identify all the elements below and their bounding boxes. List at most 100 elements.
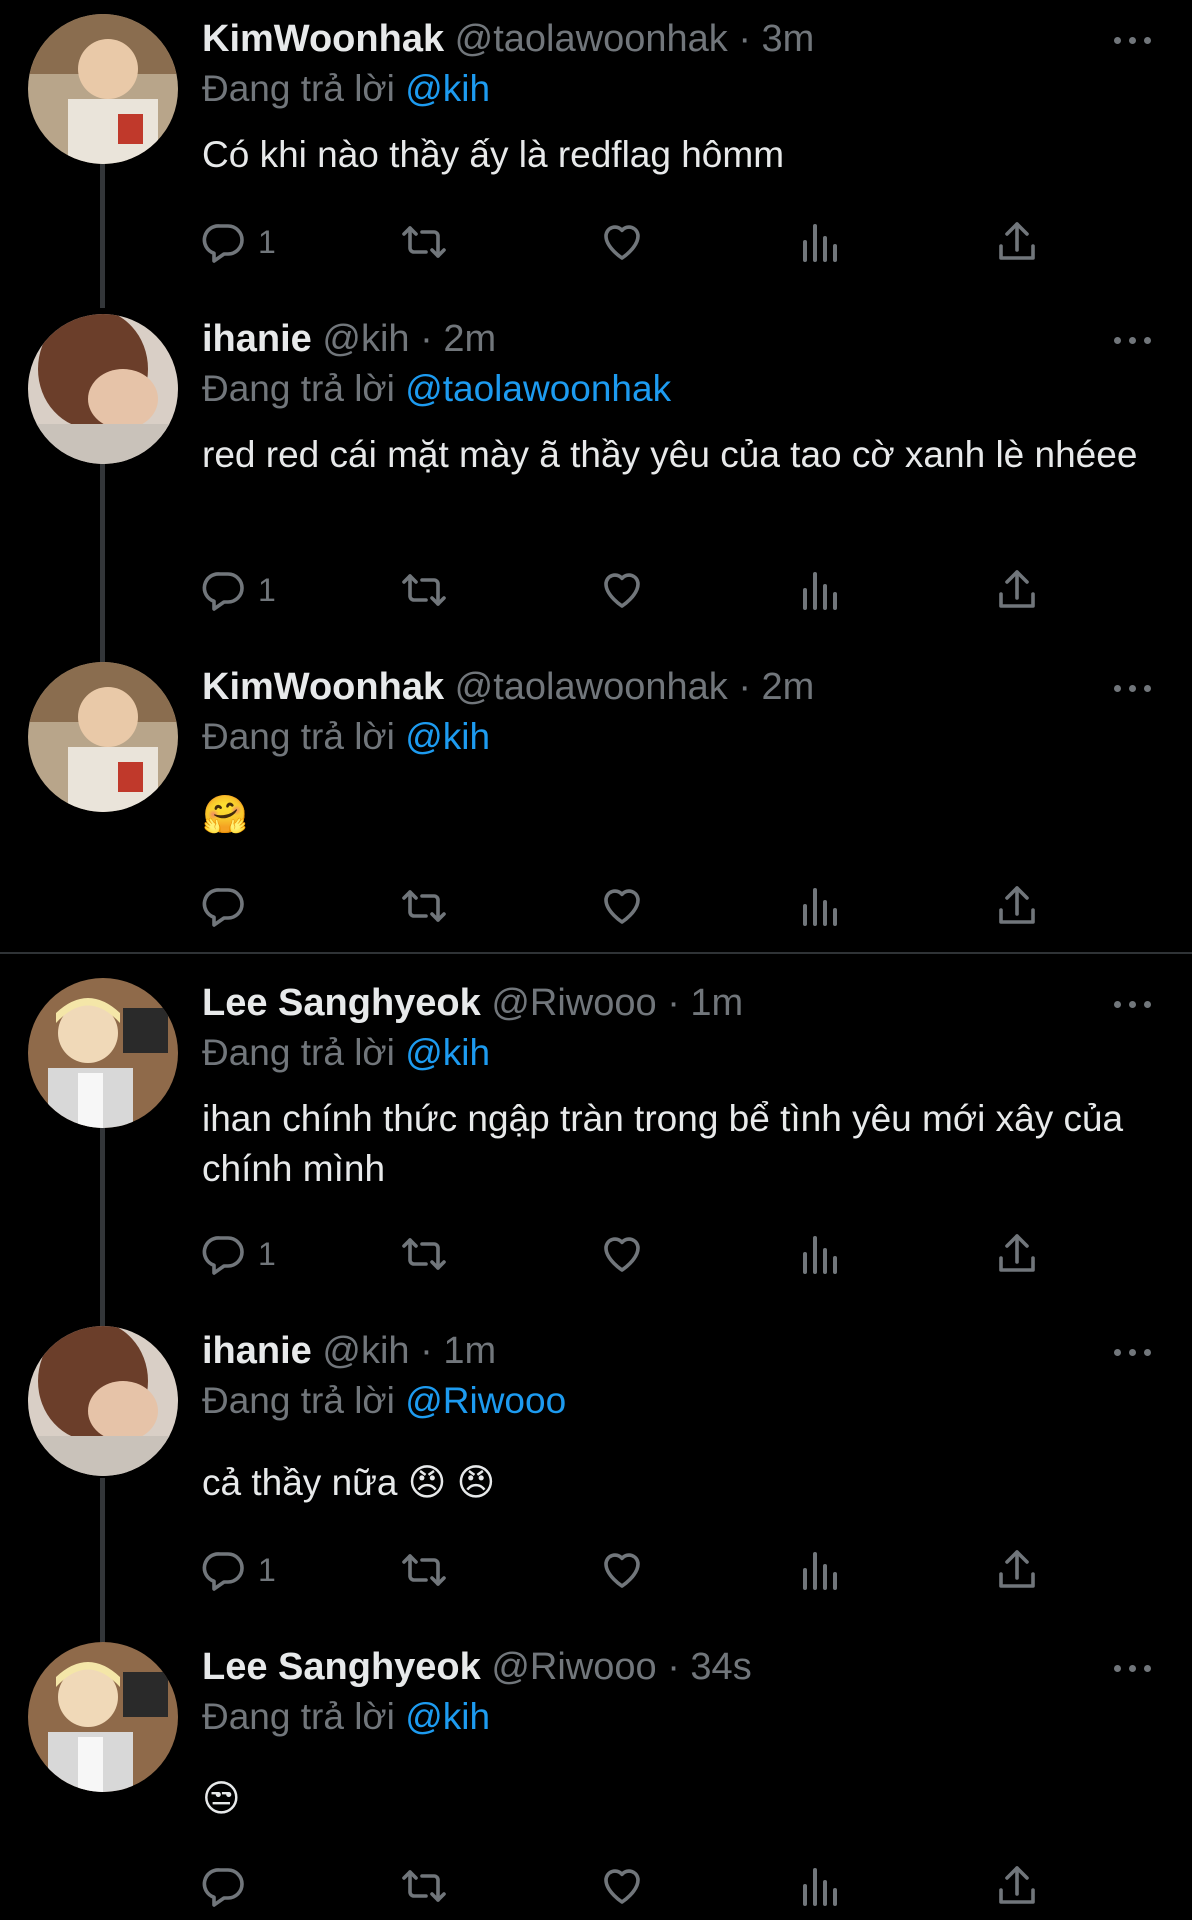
display-name[interactable]: ihanie (202, 318, 312, 360)
tweet[interactable]: Lee Sanghyeok @Riwooo · 34s Đang trả lời… (0, 1628, 1192, 1920)
retweet-button[interactable] (400, 1540, 448, 1600)
avatar[interactable] (28, 1642, 178, 1792)
timestamp[interactable]: 2m (762, 666, 815, 708)
like-button[interactable] (598, 876, 646, 936)
timestamp[interactable]: 34s (690, 1646, 751, 1688)
heart-icon (598, 1230, 646, 1278)
reply-button[interactable]: 1 (200, 1224, 276, 1284)
like-button[interactable] (598, 212, 646, 272)
share-button[interactable] (993, 560, 1041, 620)
views-button[interactable] (795, 1540, 843, 1600)
display-name[interactable]: Lee Sanghyeok (202, 982, 481, 1024)
heart-icon (598, 1862, 646, 1910)
user-handle[interactable]: @kih (322, 1330, 409, 1372)
reply-button[interactable]: 1 (200, 560, 276, 620)
more-icon[interactable] (1112, 14, 1156, 64)
display-name[interactable]: KimWoonhak (202, 18, 444, 60)
tweet-header: Lee Sanghyeok @Riwooo · 34s (202, 1642, 1172, 1692)
tweet-header: ihanie @kih · 2m (202, 314, 1172, 364)
share-button[interactable] (993, 1856, 1041, 1916)
replying-to-handle[interactable]: @kih (405, 1696, 490, 1737)
retweet-button[interactable] (400, 1856, 448, 1916)
retweet-icon (400, 1862, 448, 1910)
replying-to-handle[interactable]: @kih (405, 68, 490, 109)
share-button[interactable] (993, 1540, 1041, 1600)
reply-button[interactable]: 1 (200, 1540, 276, 1600)
heart-icon (598, 566, 646, 614)
views-button[interactable] (795, 212, 843, 272)
retweet-button[interactable] (400, 212, 448, 272)
avatar[interactable] (28, 662, 178, 812)
display-name[interactable]: KimWoonhak (202, 666, 444, 708)
like-button[interactable] (598, 560, 646, 620)
timestamp[interactable]: 1m (690, 982, 743, 1024)
reply-button[interactable]: 1 (200, 212, 276, 272)
tweet[interactable]: KimWoonhak @taolawoonhak · 2m Đang trả l… (0, 648, 1192, 950)
display-name[interactable]: ihanie (202, 1330, 312, 1372)
replying-to-handle[interactable]: @kih (405, 1032, 490, 1073)
reply-count: 1 (258, 1551, 276, 1588)
retweet-button[interactable] (400, 876, 448, 936)
replying-to-label: Đang trả lời (202, 1380, 395, 1421)
avatar[interactable] (28, 14, 178, 164)
replying-to: Đang trả lời @kih (202, 712, 490, 762)
more-icon[interactable] (1112, 1326, 1156, 1376)
tweet-text: ihan chính thức ngập tràn trong bể tình … (202, 1098, 1124, 1189)
retweet-button[interactable] (400, 560, 448, 620)
share-icon (993, 1546, 1041, 1594)
tweet[interactable]: ihanie @kih · 2m Đang trả lời @taolawoon… (0, 300, 1192, 648)
reply-button[interactable] (200, 1856, 258, 1916)
more-icon[interactable] (1112, 662, 1156, 712)
heart-icon (598, 1546, 646, 1594)
views-button[interactable] (795, 560, 843, 620)
user-handle[interactable]: @Riwooo (491, 982, 656, 1024)
tweet-actions: 1 (0, 212, 1192, 272)
user-handle[interactable]: @kih (322, 318, 409, 360)
like-button[interactable] (598, 1856, 646, 1916)
tweet[interactable]: KimWoonhak @taolawoonhak · 3m Đang trả l… (0, 0, 1192, 300)
more-icon[interactable] (1112, 314, 1156, 364)
tweet[interactable]: ihanie @kih · 1m Đang trả lời @Riwooo cả… (0, 1312, 1192, 1628)
share-button[interactable] (993, 212, 1041, 272)
display-name[interactable]: Lee Sanghyeok (202, 1646, 481, 1688)
replying-to-handle[interactable]: @Riwooo (405, 1380, 566, 1421)
avatar[interactable] (28, 314, 178, 464)
reply-icon (200, 1546, 248, 1594)
replying-to: Đang trả lời @Riwooo (202, 1376, 566, 1426)
user-handle[interactable]: @taolawoonhak (455, 666, 728, 708)
share-icon (993, 218, 1041, 266)
more-icon[interactable] (1112, 1642, 1156, 1692)
more-icon[interactable] (1112, 978, 1156, 1028)
reply-button[interactable] (200, 876, 258, 936)
share-button[interactable] (993, 1224, 1041, 1284)
avatar[interactable] (28, 1326, 178, 1476)
share-icon (993, 566, 1041, 614)
user-handle[interactable]: @taolawoonhak (455, 18, 728, 60)
views-icon (795, 882, 843, 930)
timestamp[interactable]: 3m (762, 18, 815, 60)
replying-to-handle[interactable]: @kih (405, 716, 490, 757)
like-button[interactable] (598, 1540, 646, 1600)
views-icon (795, 566, 843, 614)
separator: · (667, 1646, 680, 1688)
share-icon (993, 1862, 1041, 1910)
retweet-button[interactable] (400, 1224, 448, 1284)
views-button[interactable] (795, 1224, 843, 1284)
tweet-text: Có khi nào thầy ấy là redflag hômm (202, 134, 785, 175)
replying-to-handle[interactable]: @taolawoonhak (405, 368, 671, 409)
retweet-icon (400, 1546, 448, 1594)
views-button[interactable] (795, 876, 843, 936)
tweet[interactable]: Lee Sanghyeok @Riwooo · 1m Đang trả lời … (0, 964, 1192, 1312)
user-handle[interactable]: @Riwooo (491, 1646, 656, 1688)
reply-count: 1 (258, 223, 276, 260)
views-icon (795, 218, 843, 266)
views-button[interactable] (795, 1856, 843, 1916)
replying-to-label: Đang trả lời (202, 1032, 395, 1073)
like-button[interactable] (598, 1224, 646, 1284)
heart-icon (598, 882, 646, 930)
timestamp[interactable]: 2m (443, 318, 496, 360)
tweet-header: KimWoonhak @taolawoonhak · 3m (202, 14, 1172, 64)
timestamp[interactable]: 1m (443, 1330, 496, 1372)
share-button[interactable] (993, 876, 1041, 936)
avatar[interactable] (28, 978, 178, 1128)
